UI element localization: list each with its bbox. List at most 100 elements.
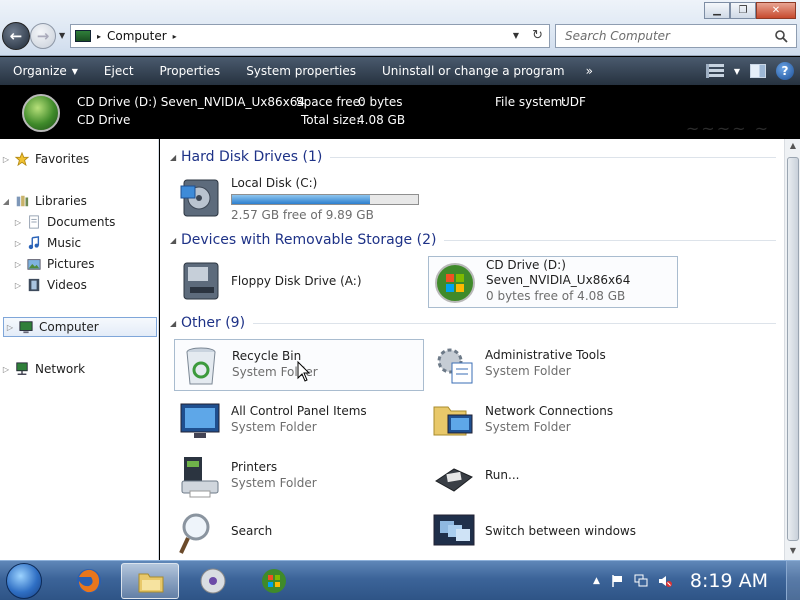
scroll-thumb[interactable] — [787, 157, 799, 541]
item-all-control-panel-items[interactable]: All Control Panel Items System Folder — [174, 395, 424, 447]
taskbar-dvd-player[interactable] — [184, 563, 242, 599]
breadcrumb-computer[interactable]: Computer — [107, 29, 167, 43]
nav-item-libraries[interactable]: ◢ Libraries — [0, 191, 158, 211]
item-name: All Control Panel Items — [231, 404, 367, 418]
expand-icon[interactable]: ▷ — [12, 239, 24, 248]
vertical-scrollbar[interactable]: ▲ ▼ — [784, 139, 800, 560]
expand-icon[interactable]: ▷ — [4, 323, 16, 332]
magnifier-icon — [179, 513, 210, 554]
computer-icon — [75, 30, 91, 42]
item-network-connections[interactable]: Network Connections System Folder — [428, 395, 678, 447]
disk-usage-bar — [231, 194, 419, 205]
collapse-icon[interactable]: ◢ — [170, 236, 181, 245]
nav-item-network[interactable]: ▷ Network — [0, 359, 158, 379]
administrative-tools-icon — [437, 348, 473, 384]
nav-item-favorites[interactable]: ▷ Favorites — [0, 149, 158, 169]
drive-floppy-a[interactable]: Floppy Disk Drive (A:) — [174, 255, 424, 307]
forward-button[interactable]: → — [30, 23, 56, 49]
nav-item-documents[interactable]: ▷ Documents — [12, 212, 158, 232]
more-commands-button[interactable]: » — [578, 57, 601, 85]
item-name: Network Connections — [485, 404, 614, 418]
start-button[interactable] — [6, 563, 42, 599]
breadcrumb-separator-icon[interactable]: ▸ — [173, 32, 177, 41]
item-printers[interactable]: Printers System Folder — [174, 451, 424, 503]
item-subtitle: System Folder — [231, 476, 317, 490]
taskbar-firefox[interactable] — [60, 563, 118, 599]
chevron-down-icon: ▼ — [71, 66, 78, 76]
close-button[interactable]: ✕ — [756, 2, 796, 19]
expand-icon[interactable]: ▷ — [0, 365, 12, 374]
show-desktop-button[interactable] — [786, 561, 800, 600]
navigation-pane: ▷ Favorites ◢ Libraries ▷ Documents ▷ Mu… — [0, 139, 159, 560]
nav-item-computer[interactable]: ▷ Computer — [3, 317, 157, 337]
eject-button[interactable]: Eject — [91, 57, 147, 85]
group-divider — [253, 322, 776, 324]
switch-windows-icon — [433, 514, 475, 546]
properties-button[interactable]: Properties — [147, 57, 234, 85]
expand-icon[interactable]: ▷ — [12, 281, 24, 290]
search-input[interactable]: Search Computer — [555, 24, 797, 48]
item-administrative-tools[interactable]: Administrative Tools System Folder — [428, 339, 678, 391]
minimize-button[interactable]: ▁ — [704, 2, 730, 19]
group-header-hard-disk-drives[interactable]: ◢ Hard Disk Drives (1) — [170, 149, 776, 165]
clock[interactable]: 8:19 AM — [690, 570, 768, 592]
disk-usage-fill — [232, 195, 370, 204]
group-header-other[interactable]: ◢ Other (9) — [170, 315, 776, 331]
recent-pages-dropdown[interactable]: ▼ — [59, 31, 65, 40]
taskbar-windows-setup[interactable] — [245, 563, 303, 599]
show-hidden-icons-icon[interactable]: ▲ — [593, 576, 600, 586]
item-run[interactable]: Run... — [428, 451, 678, 503]
views-dropdown-icon[interactable]: ▼ — [734, 67, 740, 76]
item-name: Switch between windows — [485, 524, 636, 538]
collapse-icon[interactable]: ◢ — [170, 319, 181, 328]
nav-label: Network — [35, 362, 86, 376]
nav-item-pictures[interactable]: ▷ Pictures — [12, 254, 158, 274]
drive-local-disk-c[interactable]: Local Disk (C:) 2.57 GB free of 9.89 GB — [174, 172, 424, 224]
expand-icon[interactable]: ▷ — [12, 260, 24, 269]
drive-cd-d[interactable]: CD Drive (D:) Seven_NVIDIA_Ux86x64 0 byt… — [428, 256, 678, 308]
windows-disc-icon — [435, 263, 475, 303]
preview-pane-icon[interactable] — [750, 64, 766, 78]
help-icon[interactable]: ? — [776, 62, 794, 80]
item-switch-between-windows[interactable]: Switch between windows — [428, 507, 678, 559]
notification-area: ▲ 8:19 AM — [593, 561, 800, 600]
system-properties-button[interactable]: System properties — [233, 57, 369, 85]
toolbar-right: ▼ ? — [705, 57, 800, 85]
item-search[interactable]: Search — [174, 507, 424, 559]
nav-label: Pictures — [47, 257, 95, 271]
group-header-removable-storage[interactable]: ◢ Devices with Removable Storage (2) — [170, 232, 776, 248]
network-status-icon[interactable] — [634, 574, 648, 588]
details-header: CD Drive (D:) Seven_NVIDIA_Ux86x64 CD Dr… — [0, 85, 800, 139]
expand-icon[interactable]: ▷ — [0, 155, 12, 164]
item-name: Run... — [485, 468, 520, 482]
nav-label: Music — [47, 236, 82, 250]
back-button[interactable]: ← — [2, 22, 30, 50]
organize-button[interactable]: Organize ▼ — [0, 57, 91, 85]
windows-logo-icon — [22, 94, 60, 132]
explorer-icon — [138, 573, 164, 593]
scroll-up-icon[interactable]: ▲ — [787, 141, 799, 153]
taskbar: ▲ 8:19 AM — [0, 560, 800, 600]
address-bar[interactable]: ▸ Computer ▸ ▼ ↻ — [70, 24, 550, 48]
item-name: Floppy Disk Drive (A:) — [231, 274, 362, 288]
nav-label: Computer — [39, 320, 99, 334]
breadcrumb-separator-icon[interactable]: ▸ — [97, 32, 101, 41]
collapse-icon[interactable]: ◢ — [0, 197, 12, 206]
refresh-icon[interactable]: ↻ — [532, 28, 543, 43]
search-icon[interactable] — [774, 29, 788, 43]
action-center-flag-icon[interactable] — [610, 574, 624, 588]
address-dropdown-icon[interactable]: ▼ — [513, 31, 519, 40]
item-name: Printers — [231, 460, 278, 474]
item-name: Local Disk (C:) — [231, 176, 318, 190]
maximize-button[interactable]: ❐ — [730, 2, 756, 19]
nav-item-music[interactable]: ▷ Music — [12, 233, 158, 253]
collapse-icon[interactable]: ◢ — [170, 153, 181, 162]
uninstall-program-button[interactable]: Uninstall or change a program — [369, 57, 578, 85]
taskbar-explorer[interactable] — [121, 563, 179, 599]
nav-item-videos[interactable]: ▷ Videos — [12, 275, 158, 295]
scroll-down-icon[interactable]: ▼ — [787, 546, 799, 558]
volume-muted-icon[interactable] — [658, 574, 672, 588]
change-view-icon[interactable] — [705, 64, 724, 78]
network-connections-icon — [433, 406, 473, 436]
expand-icon[interactable]: ▷ — [12, 218, 24, 227]
